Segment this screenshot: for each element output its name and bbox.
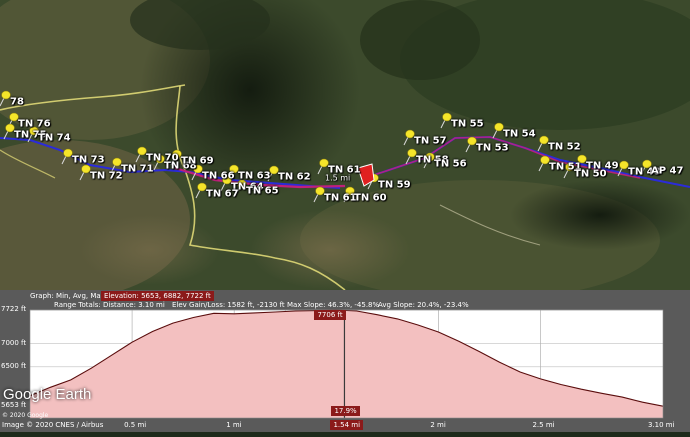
waypoint-label[interactable]: TN 66 [202,171,235,182]
cursor-distance-readout: 1.54 mi [330,420,363,430]
cursor-slope-readout: 17.9% [331,406,359,416]
waypoint-label[interactable]: TN 73 [72,155,105,166]
waypoint-label[interactable]: TN 60 [354,193,387,204]
waypoint-label[interactable]: 78 [10,97,24,108]
y-tick-label: 6500 ft [1,362,26,370]
waypoint-label[interactable]: TN 57 [414,136,447,147]
waypoint-label[interactable]: TN 52 [548,142,581,153]
x-tick-label: 2 mi [430,421,445,429]
x-tick-label: 3.10 mi [648,421,675,429]
waypoint-label[interactable]: TN 56 [434,159,467,170]
waypoint-label[interactable]: TN 62 [278,172,311,183]
waypoint-label[interactable]: TN 74 [38,133,71,144]
google-earth-logo: Google Earth [3,386,91,403]
imagery-attribution: Image © 2020 CNES / Airbus [2,421,103,429]
waypoint-label[interactable]: TN 63 [238,171,271,182]
waypoint-label[interactable]: TN 76 [18,119,51,130]
copyright-text: © 2020 Google [2,412,48,419]
y-tick-label: 7000 ft [1,339,26,347]
waypoint-label[interactable]: TN 67 [206,189,239,200]
x-tick-label: 2.5 mi [532,421,554,429]
terrain-imagery [0,0,690,290]
waypoint-label[interactable]: TN 55 [451,119,484,130]
cursor-elevation-readout: 7706 ft [314,310,345,320]
cursor-distance-label: 1.5 mi [325,174,350,183]
satellite-map-view[interactable]: 78TN 76TN 75TN 74TN 73TN 72TN 71TN 70TN … [0,0,690,290]
waypoint-label[interactable]: TN 65 [246,186,279,197]
waypoint-label[interactable]: TN 49 [586,161,619,172]
waypoint-label[interactable]: TN 61 [324,193,357,204]
waypoint-label[interactable]: TN 54 [503,129,536,140]
waypoint-label[interactable]: TN 53 [476,143,509,154]
elevation-chart[interactable]: 7722 ft7000 ft6500 ft5653 ft0.5 mi1 mi1.… [0,308,690,432]
waypoint-label[interactable]: TN 71 [121,164,154,175]
x-tick-label: 0.5 mi [124,421,146,429]
x-tick-label: 1 mi [226,421,241,429]
y-tick-label: 7722 ft [1,305,26,313]
waypoint-label[interactable]: AP 47 [651,166,683,177]
waypoint-label[interactable]: TN 69 [181,156,214,167]
elevation-profile-panel[interactable]: Graph: Min, Avg, Max Elevation: 5653, 68… [0,290,690,432]
waypoint-label[interactable]: TN 72 [90,171,123,182]
waypoint-label[interactable]: TN 59 [378,180,411,191]
